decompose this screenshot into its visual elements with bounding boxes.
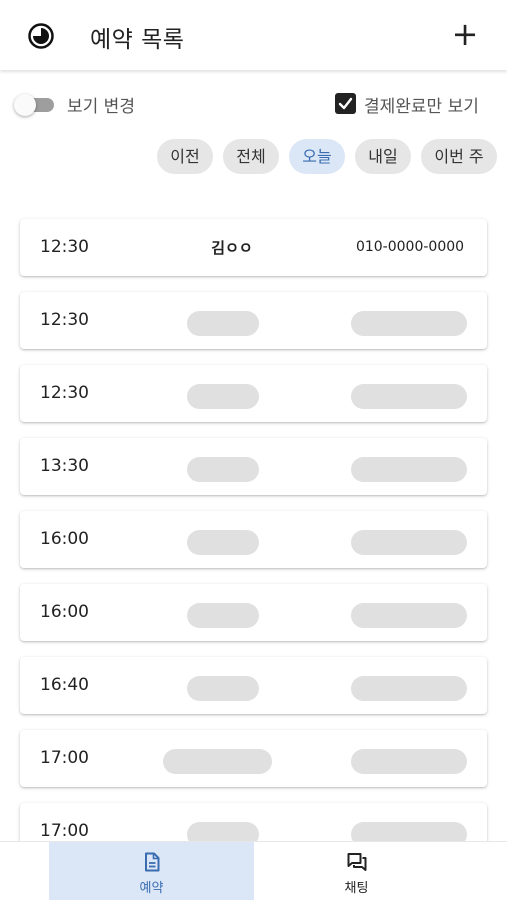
reservation-row[interactable]: 12:30 김ㅇㅇ 010-0000-0000 [20, 219, 487, 276]
document-icon [144, 852, 159, 872]
redacted-name [187, 457, 259, 482]
reservation-time: 12:30 [40, 237, 89, 257]
paid-only-label: 결제완료만 보기 [364, 97, 479, 117]
reservation-time: 16:00 [40, 529, 89, 549]
reservation-row[interactable]: 16:00 [20, 511, 487, 568]
redacted-phone [351, 384, 467, 409]
redacted-phone [351, 311, 467, 336]
reservation-phone: 010-0000-0000 [355, 239, 465, 255]
paid-only-checkbox[interactable] [335, 93, 356, 114]
reservation-time: 16:40 [40, 675, 89, 695]
reservation-row[interactable]: 16:40 [20, 657, 487, 714]
list-controls: 보기 변경 결제완료만 보기 [0, 88, 507, 120]
app-bar: 예약 목록 + [0, 0, 507, 70]
redacted-phone [351, 749, 467, 774]
redacted-name [187, 311, 259, 336]
logo-icon [28, 23, 54, 49]
redacted-phone [351, 457, 467, 482]
reservation-time: 12:30 [40, 310, 89, 330]
date-filter-chips: 이전 전체 오늘 내일 이번 주 [0, 139, 507, 175]
reservation-time: 12:30 [40, 383, 89, 403]
redacted-name [187, 676, 259, 701]
redacted-name [187, 384, 259, 409]
reservation-row[interactable]: 17:00 [20, 730, 487, 787]
filter-chip-this-week[interactable]: 이번 주 [421, 139, 497, 174]
view-toggle[interactable] [14, 94, 56, 116]
bottom-navigation: 예약 채팅 [0, 841, 507, 900]
reservation-time: 13:30 [40, 456, 89, 476]
nav-tab-label: 채팅 [344, 881, 369, 896]
filter-chip-all[interactable]: 전체 [223, 139, 279, 174]
checkmark-icon [338, 97, 353, 110]
filter-chip-previous[interactable]: 이전 [157, 139, 213, 174]
redacted-phone [351, 530, 467, 555]
filter-chip-tomorrow[interactable]: 내일 [355, 139, 411, 174]
reservation-row[interactable]: 13:30 [20, 438, 487, 495]
redacted-name [163, 749, 272, 774]
reservation-row[interactable]: 16:00 [20, 584, 487, 641]
nav-tab-chat[interactable]: 채팅 [254, 842, 459, 900]
redacted-name [187, 530, 259, 555]
redacted-phone [351, 603, 467, 628]
page-title: 예약 목록 [90, 27, 185, 53]
reservation-time: 16:00 [40, 602, 89, 622]
redacted-name [187, 603, 259, 628]
reservation-row[interactable]: 12:30 [20, 292, 487, 349]
nav-tab-label: 예약 [139, 881, 164, 896]
reservation-time: 17:00 [40, 748, 89, 768]
reservation-row[interactable]: 12:30 [20, 365, 487, 422]
filter-chip-today[interactable]: 오늘 [289, 139, 345, 174]
reservation-name: 김ㅇㅇ [211, 239, 253, 257]
nav-tab-reservations[interactable]: 예약 [49, 842, 254, 900]
toggle-thumb [14, 94, 36, 116]
chat-icon [347, 853, 366, 871]
reservation-time: 17:00 [40, 821, 89, 841]
add-reservation-button[interactable]: + [450, 18, 480, 52]
redacted-phone [351, 676, 467, 701]
view-toggle-label: 보기 변경 [67, 97, 135, 117]
